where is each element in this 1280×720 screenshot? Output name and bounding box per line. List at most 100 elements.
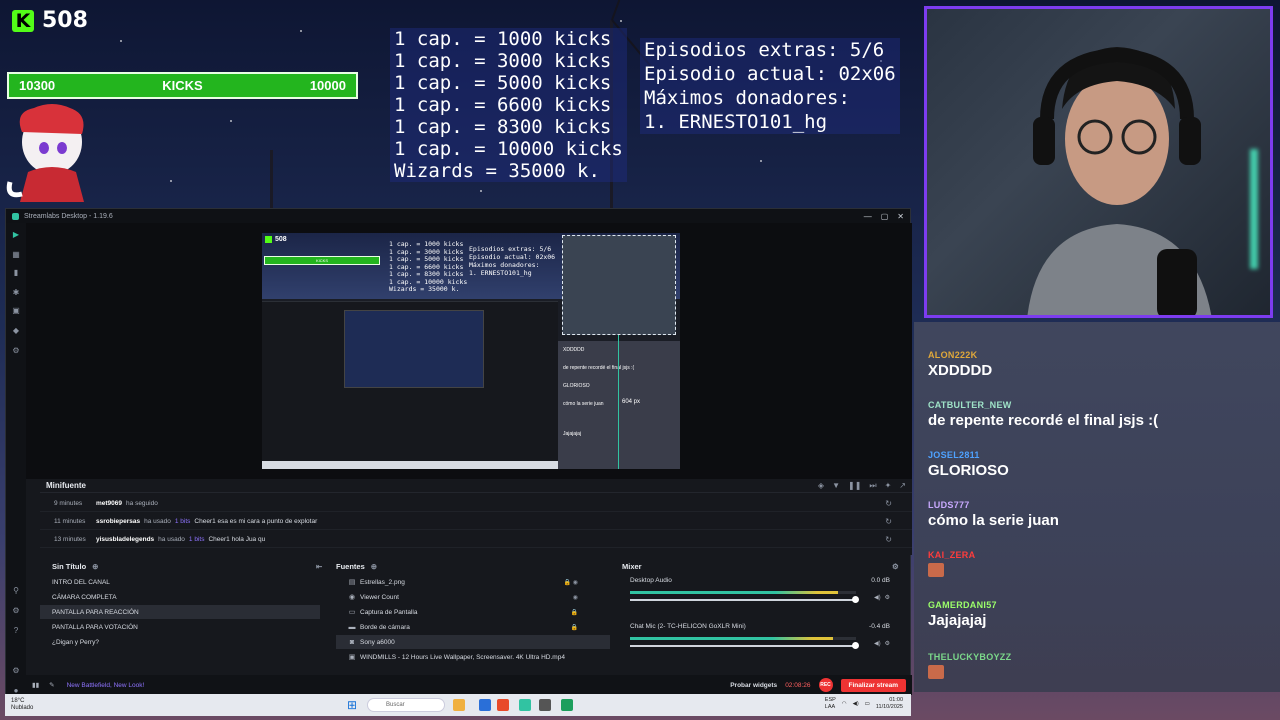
visibility-icon[interactable]: ◉	[573, 594, 578, 601]
scene-preview[interactable]: 508 KICKS 1 cap. = 1000 kicks 1 cap. = 3…	[26, 223, 912, 479]
mixer-settings-icon[interactable]: ⚙	[892, 559, 899, 573]
maximize-button[interactable]: ▢	[881, 212, 889, 221]
replay-icon[interactable]: ↻	[885, 499, 892, 508]
layout-icon[interactable]: ▦	[12, 251, 20, 259]
star	[230, 120, 232, 122]
preview-webcam-source[interactable]	[562, 235, 676, 335]
taskbar-clock[interactable]: 01:00 11/10/2025	[876, 697, 903, 711]
record-button[interactable]: REC	[818, 678, 833, 692]
window-titlebar[interactable]: Streamlabs Desktop - 1.19.6 — ▢ ✕	[6, 209, 910, 223]
windows-taskbar: 18°C Nublado ⊞ Buscar ESP LAA ◠ ◀) ▭ 01:…	[5, 694, 911, 716]
filter-icon[interactable]: ▼	[832, 481, 840, 491]
themes-icon[interactable]: ◆	[12, 327, 20, 335]
source-item[interactable]: ▣ WINDMILLS - 12 Hours Live Wallpaper, S…	[336, 650, 610, 664]
end-stream-button[interactable]: Finalizar stream	[840, 678, 906, 692]
replay-icon[interactable]: ↻	[885, 535, 892, 544]
episodes-line: Episodios extras: 5/6	[644, 39, 885, 61]
preview-chat-source[interactable]: XDDDDD de repente recordé el final jsjs …	[558, 341, 680, 469]
preview-chat-line: cómo la serie juan	[563, 401, 604, 407]
editor-icon[interactable]: ▶	[12, 231, 20, 239]
volume-slider[interactable]	[630, 596, 859, 603]
magic-icon[interactable]: ✦	[885, 481, 892, 491]
chat-message: THELUCKYBOYZZ	[928, 652, 1011, 684]
close-button[interactable]: ✕	[897, 212, 904, 221]
brave-icon[interactable]	[497, 699, 509, 711]
source-item[interactable]: ▬ Borde de cámara 🔒	[336, 620, 610, 634]
news-link[interactable]: New Battlefield, New Look!	[67, 682, 145, 689]
replay-icon[interactable]: ↻	[885, 517, 892, 526]
settings-icon[interactable]: ⚙	[12, 347, 20, 355]
lock-icon[interactable]: 🔒	[571, 609, 578, 616]
anime-character-icon	[6, 104, 84, 202]
scene-item[interactable]: INTRO DEL CANAL	[40, 575, 320, 589]
preview-chat-line: XDDDDD	[563, 347, 585, 353]
scene-item[interactable]: CÁMARA COMPLETA	[40, 590, 320, 604]
preview-episode-line: Episodios extras: 5/6	[469, 245, 552, 253]
gear-icon[interactable]: ⚙	[12, 667, 20, 675]
event-row: 13 minutes yisusbladelegends ha usado 1 …	[40, 531, 912, 548]
chat-username: GAMERDANI57	[928, 600, 997, 610]
add-scene-icon[interactable]: ⊕	[92, 562, 98, 571]
lock-visibility-icon[interactable]: 🔒 ◉	[564, 579, 578, 586]
store-icon[interactable]: ▣	[12, 307, 20, 315]
preview-screen-capture[interactable]	[262, 301, 558, 469]
lock-icon[interactable]: 🔒	[571, 624, 578, 631]
event-user[interactable]: met9069	[96, 500, 122, 507]
stream-overlay: K 508 10300 KICKS 10000 1 cap. = 1000 ki…	[0, 0, 1280, 720]
event-message: Cheer1 esa es mi cara a punto de explota…	[194, 517, 318, 525]
eye-icon: ◉	[348, 594, 356, 601]
volume-slider-knob[interactable]	[852, 642, 859, 649]
streamlabs-window[interactable]: Streamlabs Desktop - 1.19.6 — ▢ ✕ ▶ ▦ ▮ …	[5, 208, 912, 695]
camera-icon: ◙	[349, 638, 355, 646]
app-icon[interactable]	[479, 699, 491, 711]
gear-icon[interactable]: ⚙	[885, 594, 890, 601]
add-source-icon[interactable]: ⊕	[371, 562, 377, 571]
mute-icon[interactable]: ◀)	[874, 594, 881, 601]
volume-slider[interactable]	[630, 642, 859, 649]
volume-icon[interactable]: ◀)	[853, 701, 859, 707]
tools-icon[interactable]: ✱	[12, 289, 20, 297]
skip-icon[interactable]: ⏭	[869, 481, 876, 491]
scene-item[interactable]: ¿Digan y Perry?	[40, 635, 320, 649]
settings-gear-icon[interactable]: ⚙	[12, 607, 20, 615]
test-widgets-button[interactable]: Probar widgets	[730, 682, 777, 689]
shield-icon[interactable]: ◈	[818, 481, 824, 491]
stats-icon[interactable]: ▮	[12, 269, 20, 277]
scene-item-selected[interactable]: PANTALLA PARA REACCIÓN	[40, 605, 320, 619]
collapse-icon[interactable]: ⇤	[316, 559, 322, 573]
scene-item[interactable]: PANTALLA PARA VOTACIÓN	[40, 620, 320, 634]
taskbar-search-input[interactable]: Buscar	[367, 698, 445, 712]
collab-icon[interactable]: ⚲	[12, 587, 20, 595]
source-item[interactable]: ◉ Viewer Count ◉	[336, 590, 610, 604]
mixer-title: Mixer	[622, 561, 642, 571]
event-user[interactable]: yisusbladelegends	[96, 536, 154, 543]
app-icon[interactable]	[539, 699, 551, 711]
preview-kick-bar: KICKS	[264, 256, 380, 265]
source-item-selected[interactable]: ◙ Sony a6000	[336, 635, 610, 649]
preview-canvas[interactable]: 508 KICKS 1 cap. = 1000 kicks 1 cap. = 3…	[262, 233, 680, 469]
mute-icon[interactable]: ◀)	[874, 640, 881, 647]
popout-icon[interactable]: ↗	[899, 481, 906, 491]
source-item[interactable]: ▭ Captura de Pantalla 🔒	[336, 605, 610, 619]
app-icon[interactable]	[453, 699, 465, 711]
gear-icon[interactable]: ⚙	[885, 640, 890, 647]
volume-slider-knob[interactable]	[852, 596, 859, 603]
volume-meter-fill	[630, 637, 834, 640]
help-icon[interactable]: ?	[12, 627, 20, 635]
windows-start-icon[interactable]: ⊞	[347, 699, 357, 711]
weather-widget[interactable]: 18°C Nublado	[11, 698, 33, 712]
app-icon[interactable]	[561, 699, 573, 711]
battery-icon[interactable]: ▭	[865, 701, 870, 707]
wifi-icon[interactable]: ◠	[842, 701, 847, 707]
kick-logo-icon	[265, 236, 272, 243]
pause-icon[interactable]: ❚❚	[848, 481, 861, 491]
stats-icon[interactable]: ▮▮	[32, 681, 39, 689]
event-user[interactable]: ssrobiepersas	[96, 518, 140, 525]
minifuente-header: Minifuente ◈ ▼ ❚❚ ⏭ ✦ ↗	[40, 479, 912, 493]
language-indicator[interactable]: ESP	[825, 697, 836, 704]
streamlabs-taskbar-icon[interactable]	[519, 699, 531, 711]
source-item[interactable]: ▤ Estrellas_2.png 🔒 ◉	[336, 575, 610, 589]
kick-logo-icon: K	[12, 9, 34, 32]
chat-username: KAI_ZERA	[928, 550, 976, 560]
minimize-button[interactable]: —	[864, 212, 872, 221]
